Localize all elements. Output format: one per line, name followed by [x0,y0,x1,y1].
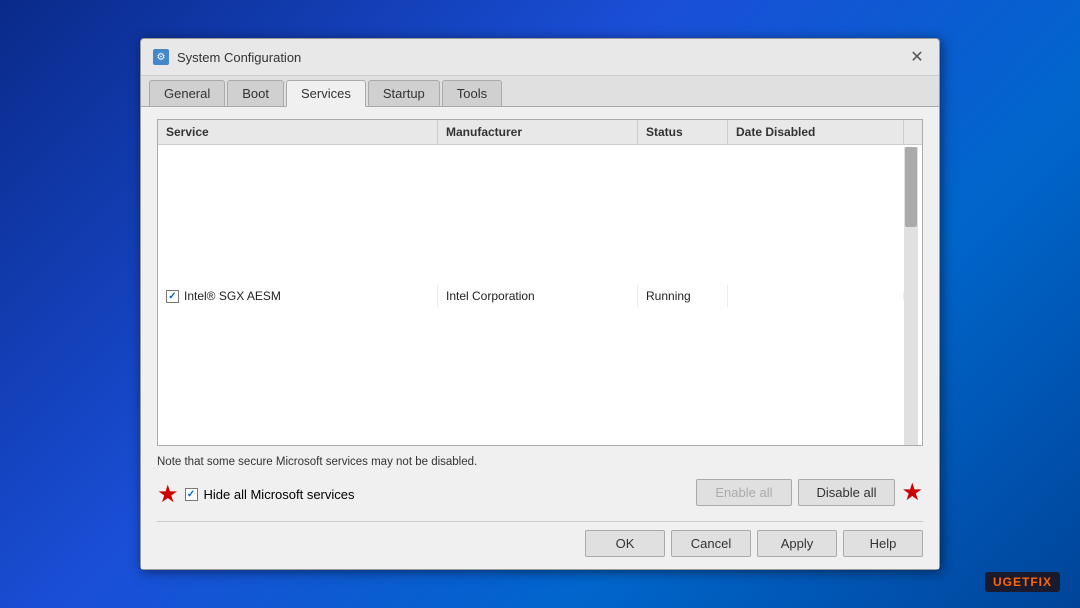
table-row[interactable]: Intel® SGX AESM Intel CorporationRunning [158,145,922,445]
watermark: UGETFIX [985,572,1060,592]
help-button[interactable]: Help [843,530,923,557]
scrollbar[interactable] [904,147,918,445]
tab-bar: General Boot Services Startup Tools [141,76,939,107]
ok-button[interactable]: OK [585,530,665,557]
date-disabled [728,292,904,300]
system-configuration-window: ⚙ System Configuration ✕ General Boot Se… [140,38,940,570]
manufacturer: Intel Corporation [438,285,638,307]
title-bar: ⚙ System Configuration ✕ [141,39,939,76]
col-service: Service [158,120,438,144]
enable-all-button[interactable]: Enable all [696,479,791,506]
content-area: Service Manufacturer Status Date Disable… [141,107,939,569]
table-body: Intel® SGX AESMIntel CorporationRunningA… [158,145,922,445]
window-icon: ⚙ [153,49,169,65]
col-manufacturer: Manufacturer [438,120,638,144]
star-annotation-right: ★ [901,478,923,507]
window-title: System Configuration [177,50,301,65]
col-scrollbar-header [904,120,922,144]
star-annotation-left: ★ [157,480,179,509]
hide-microsoft-checkbox[interactable] [185,488,198,501]
service-checkbox[interactable] [166,290,179,303]
cancel-button[interactable]: Cancel [671,530,751,557]
hide-microsoft-row[interactable]: Hide all Microsoft services [185,487,355,502]
hide-microsoft-label: Hide all Microsoft services [204,487,355,502]
service-name: Intel® SGX AESM [184,289,281,303]
tab-services[interactable]: Services [286,80,366,107]
services-table: Service Manufacturer Status Date Disable… [157,119,923,446]
tab-startup[interactable]: Startup [368,80,440,106]
table-header: Service Manufacturer Status Date Disable… [158,120,922,145]
note-text: Note that some secure Microsoft services… [157,456,923,468]
bottom-row: ★ Hide all Microsoft services Enable all… [157,476,923,509]
tab-tools[interactable]: Tools [442,80,502,106]
col-status: Status [638,120,728,144]
enable-disable-buttons: Enable all Disable all [696,479,895,506]
col-date-disabled: Date Disabled [728,120,904,144]
tab-general[interactable]: General [149,80,225,106]
disable-all-button[interactable]: Disable all [798,479,896,506]
dialog-buttons: OK Cancel Apply Help [157,521,923,557]
status: Running [638,285,728,307]
apply-button[interactable]: Apply [757,530,837,557]
tab-boot[interactable]: Boot [227,80,284,106]
close-button[interactable]: ✕ [907,47,927,67]
